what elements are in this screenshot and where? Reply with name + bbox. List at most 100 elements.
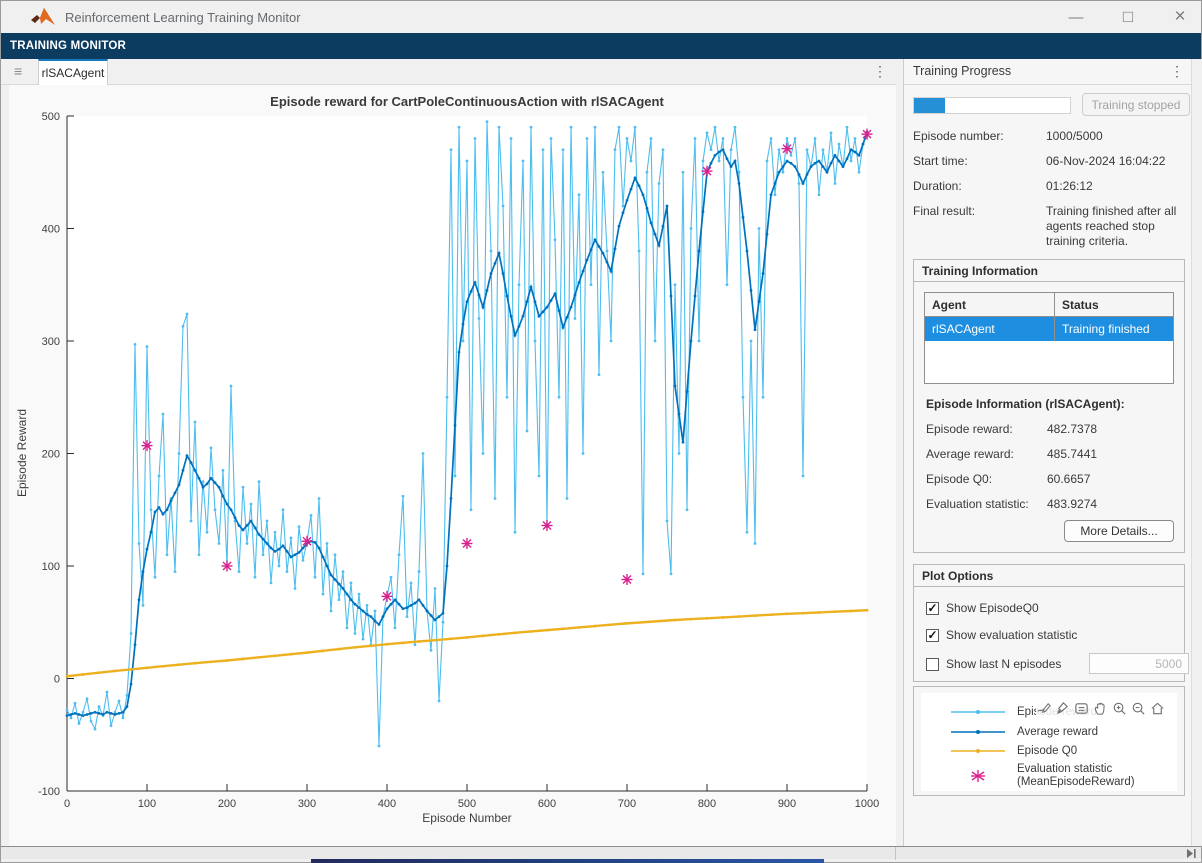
plot-options-panel: Plot Options ✓ Show EpisodeQ0 ✓ Show eva… — [913, 564, 1185, 682]
brush-icon[interactable] — [1055, 701, 1070, 716]
drag-grip-icon[interactable]: ≡ — [14, 63, 22, 79]
show-episodeq0-checkbox[interactable]: ✓ — [926, 602, 939, 615]
show-last-n-episodes-checkbox[interactable] — [926, 658, 939, 671]
svg-text:200: 200 — [42, 449, 60, 461]
taskbar-peek-strip — [311, 859, 824, 863]
legend-box: Episode reward Average reward Episode Q0… — [921, 693, 1177, 791]
agent-cell[interactable]: rlSACAgent — [925, 317, 1055, 341]
x-axis-label: Episode Number — [422, 811, 511, 825]
evaluation-statistic-marker-sample — [949, 769, 1007, 783]
final-result-value: Training finished after all agents reach… — [1046, 204, 1185, 249]
episode-reward-label: Episode reward: — [926, 422, 1013, 436]
training-chart[interactable]: Episode reward for CartPoleContinuousAct… — [9, 85, 896, 830]
axes-toolbar — [1036, 701, 1165, 716]
edit-plot-icon[interactable] — [1036, 701, 1051, 716]
sidebar-header: Training Progress ⋮ — [904, 59, 1192, 85]
evaluation-statistic-value: 483.9274 — [1047, 497, 1097, 511]
plot-options-title: Plot Options — [914, 565, 1184, 587]
average-reward-line-sample — [949, 725, 1007, 739]
figure-panel: Episode reward for CartPoleContinuousAct… — [9, 85, 896, 846]
minimize-button[interactable]: — — [1063, 4, 1089, 30]
ribbon-tab-training-monitor[interactable]: TRAINING MONITOR — [1, 40, 126, 52]
average-reward-label: Average reward: — [926, 447, 1014, 461]
average-reward-value: 485.7441 — [1047, 447, 1097, 461]
show-episodeq0-option: ✓ Show EpisodeQ0 — [926, 600, 1039, 616]
start-time-value: 06-Nov-2024 16:04:22 — [1046, 154, 1185, 169]
app-window: Reinforcement Learning Training Monitor … — [0, 0, 1202, 863]
skip-to-end-icon[interactable] — [1186, 848, 1197, 859]
episode-q0-line-sample — [949, 744, 1007, 758]
episode-number-label: Episode number: — [913, 129, 1004, 143]
ribbon-bar: TRAINING MONITOR — [1, 33, 1201, 59]
svg-text:200: 200 — [218, 798, 236, 810]
n-episodes-input[interactable] — [1089, 653, 1189, 674]
tab-options-kebab-icon[interactable]: ⋮ — [873, 63, 888, 80]
show-evaluation-statistic-option: ✓ Show evaluation statistic — [926, 627, 1077, 643]
document-tab-strip: ≡ rlSACAgent ⋮ — [1, 59, 896, 85]
progress-fill — [914, 98, 945, 113]
legend-entry-episode-q0: Episode Q0 — [921, 744, 1177, 758]
svg-text:300: 300 — [298, 798, 316, 810]
svg-text:500: 500 — [458, 798, 476, 810]
svg-text:900: 900 — [778, 798, 796, 810]
legend-entry-evaluation-statistic: Evaluation statistic (MeanEpisodeReward) — [921, 763, 1177, 789]
plot-area[interactable] — [67, 116, 867, 791]
svg-text:100: 100 — [42, 561, 60, 573]
home-icon[interactable] — [1150, 701, 1165, 716]
svg-text:300: 300 — [42, 336, 60, 348]
show-evaluation-statistic-checkbox[interactable]: ✓ — [926, 629, 939, 642]
zoom-in-icon[interactable] — [1112, 701, 1127, 716]
maximize-button[interactable]: □ — [1115, 4, 1141, 30]
training-progress-sidebar: Training Progress ⋮ Training stopped Epi… — [903, 59, 1191, 846]
svg-text:700: 700 — [618, 798, 636, 810]
close-button[interactable]: × — [1167, 4, 1193, 30]
evaluation-statistic-label: Evaluation statistic: — [926, 497, 1029, 511]
svg-text:400: 400 — [378, 798, 396, 810]
duration-value: 01:26:12 — [1046, 179, 1185, 194]
left-gutter — [1, 85, 9, 846]
zoom-out-icon[interactable] — [1131, 701, 1146, 716]
episode-q0-value: 60.6657 — [1047, 472, 1090, 486]
training-stopped-button[interactable]: Training stopped — [1082, 93, 1190, 116]
episode-reward-value: 482.7378 — [1047, 422, 1097, 436]
datatips-icon[interactable] — [1074, 701, 1089, 716]
svg-text:800: 800 — [698, 798, 716, 810]
agent-column-header: Agent — [925, 293, 1055, 316]
right-scroll-strip — [1191, 59, 1202, 846]
final-result-label: Final result: — [913, 204, 975, 218]
show-last-n-episodes-option: Show last N episodes — [926, 656, 1061, 672]
svg-text:-100: -100 — [38, 786, 60, 798]
svg-text:500: 500 — [42, 111, 60, 123]
start-time-label: Start time: — [913, 154, 968, 168]
tab-rlsacagent[interactable]: rlSACAgent — [38, 59, 108, 85]
episode-reward-line-sample — [949, 705, 1007, 719]
legend-label-episode-q0: Episode Q0 — [1017, 745, 1077, 758]
sidebar-kebab-icon[interactable]: ⋮ — [1170, 63, 1184, 80]
status-bar — [1, 846, 1201, 859]
svg-text:0: 0 — [54, 674, 60, 686]
duration-label: Duration: — [913, 179, 962, 193]
training-progress-bar — [913, 97, 1071, 114]
chart-title: Episode reward for CartPoleContinuousAct… — [270, 94, 664, 109]
sidebar-title: Training Progress — [913, 64, 1011, 78]
svg-text:0: 0 — [64, 798, 70, 810]
training-information-panel: Training Information Agent Status rlSACA… — [913, 259, 1185, 553]
more-details-button[interactable]: More Details... — [1064, 520, 1174, 542]
table-row[interactable]: rlSACAgent Training finished — [925, 317, 1173, 341]
title-bar: Reinforcement Learning Training Monitor … — [1, 1, 1201, 33]
show-last-n-episodes-label: Show last N episodes — [946, 657, 1061, 671]
episode-number-value: 1000/5000 — [1046, 129, 1185, 144]
y-axis-label: Episode Reward — [15, 409, 29, 497]
window-title: Reinforcement Learning Training Monitor — [65, 10, 301, 25]
matlab-logo-icon — [31, 6, 55, 28]
legend-label-evaluation-statistic: Evaluation statistic (MeanEpisodeReward) — [1017, 763, 1167, 789]
status-cell[interactable]: Training finished — [1055, 317, 1173, 341]
svg-text:1000: 1000 — [855, 798, 879, 810]
episode-q0-label: Episode Q0: — [926, 472, 992, 486]
table-header-row: Agent Status — [925, 293, 1173, 317]
svg-text:100: 100 — [138, 798, 156, 810]
episode-information-title: Episode Information (rlSACAgent): — [926, 397, 1125, 411]
pan-icon[interactable] — [1093, 701, 1108, 716]
training-information-title: Training Information — [914, 260, 1184, 282]
status-column-header: Status — [1055, 293, 1173, 316]
